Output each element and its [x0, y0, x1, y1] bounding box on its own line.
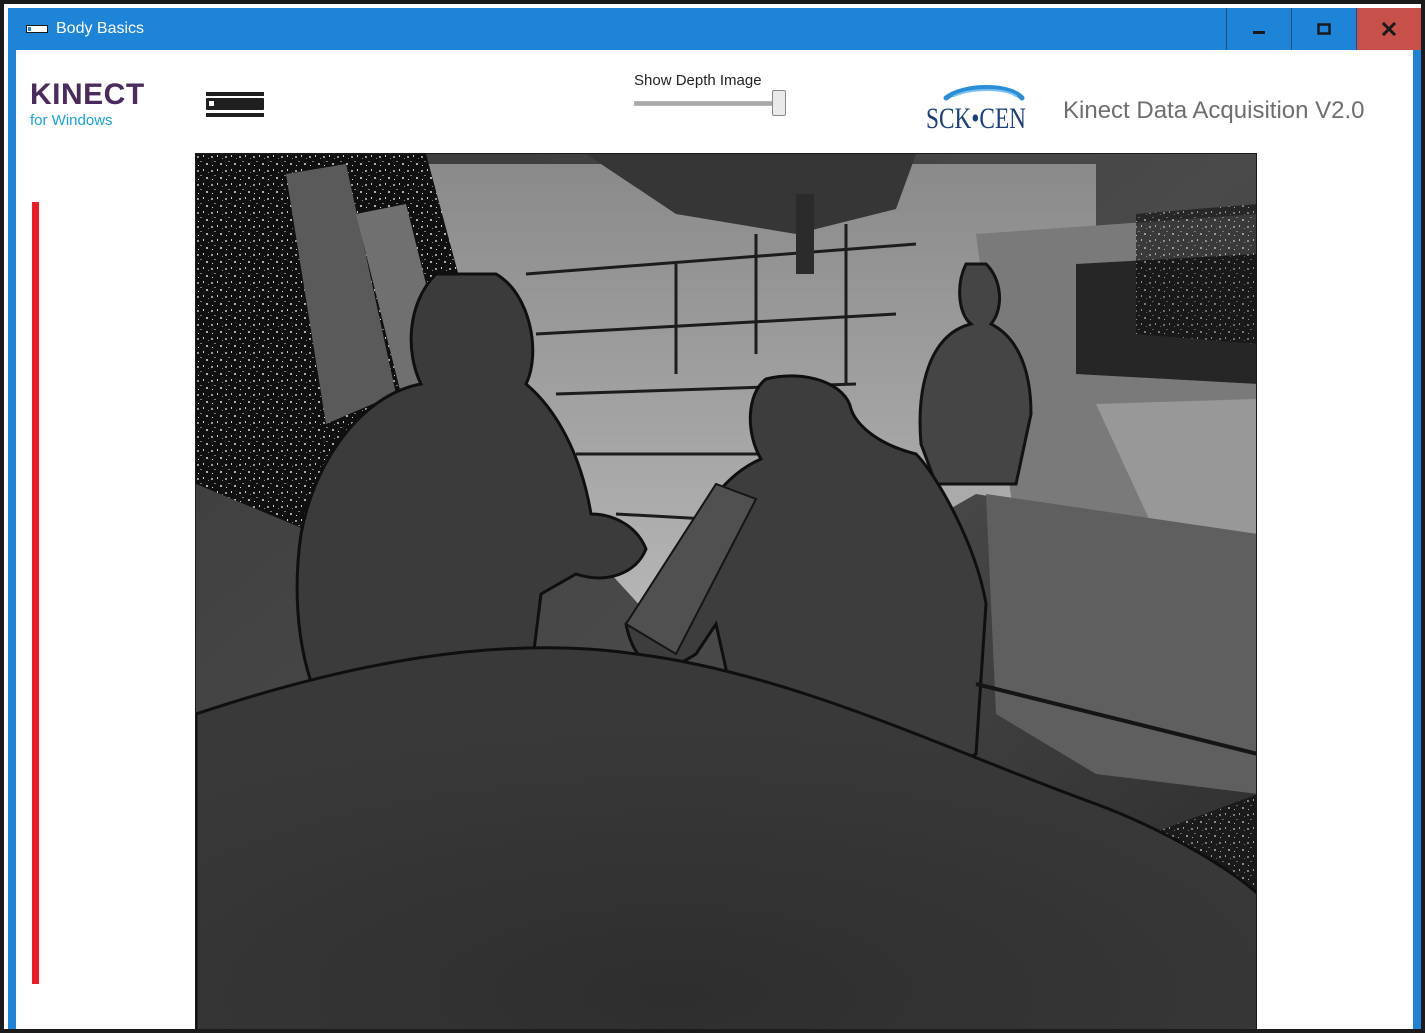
- app-title: Kinect Data Acquisition V2.0: [1063, 97, 1365, 124]
- tracking-status-indicator: [32, 202, 39, 984]
- kinect-logo-sub: for Windows: [30, 112, 113, 129]
- maximize-icon: [1317, 23, 1331, 35]
- maximize-button[interactable]: [1291, 8, 1356, 50]
- depth-image-toggle[interactable]: Show Depth Image: [634, 72, 794, 118]
- close-button[interactable]: [1356, 8, 1421, 50]
- kinect-logo: KINECT for Windows: [30, 80, 170, 130]
- depth-slider-fill: [635, 102, 783, 105]
- kinect-logo-word: KINECT: [30, 78, 145, 111]
- sck-cen-logo-text: SCK•CEN: [926, 102, 1026, 135]
- minimize-button[interactable]: [1226, 8, 1291, 50]
- minimize-icon: [1253, 31, 1265, 34]
- depth-slider-track[interactable]: [634, 101, 784, 106]
- title-bar[interactable]: Body Basics: [8, 8, 1421, 50]
- window-title: Body Basics: [56, 20, 145, 37]
- depth-image-viewport: [195, 153, 1257, 1029]
- depth-image-label: Show Depth Image: [634, 72, 762, 89]
- app-window: Body Basics KINECT for Windows Show Dept…: [8, 8, 1421, 1029]
- sck-cen-logo: SCK•CEN: [926, 85, 1026, 135]
- screenshot-frame: Body Basics KINECT for Windows Show Dept…: [0, 0, 1425, 1033]
- close-icon: [1382, 22, 1396, 36]
- depth-slider-thumb[interactable]: [772, 90, 786, 116]
- kinect-sensor-icon: [206, 92, 264, 117]
- depth-image: [196, 154, 1256, 1029]
- window-controls: [1226, 8, 1421, 50]
- app-icon: [26, 25, 48, 33]
